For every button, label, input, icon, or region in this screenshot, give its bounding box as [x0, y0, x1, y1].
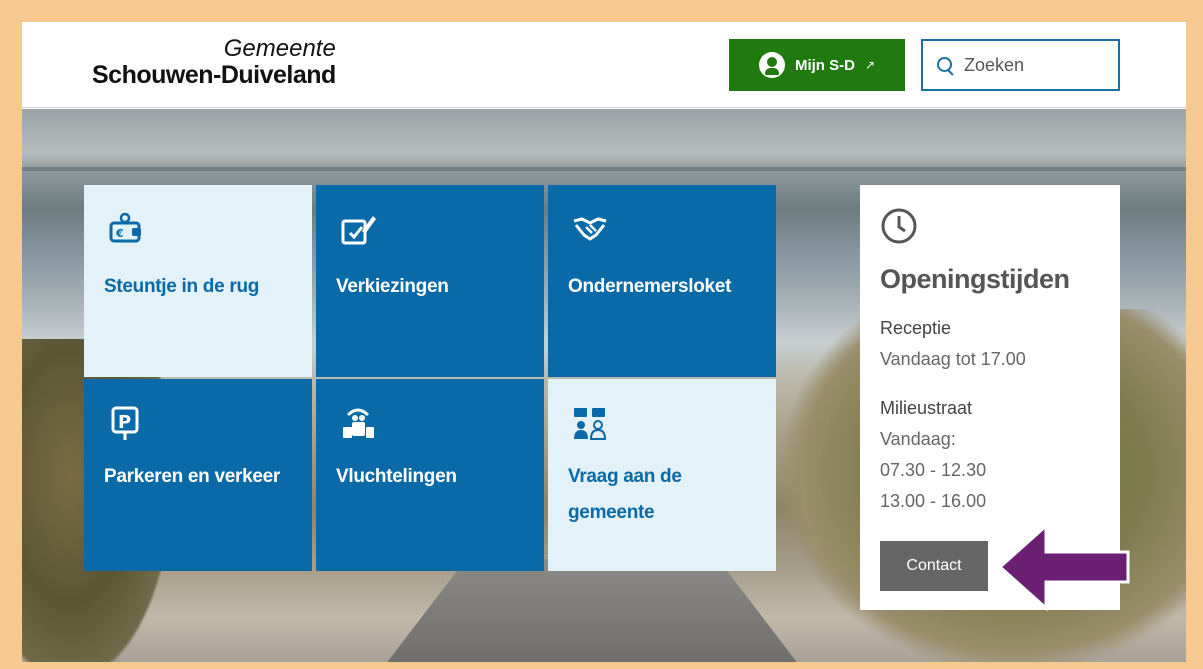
parking-sign-icon: P	[111, 406, 139, 440]
tile-label: Verkiezingen	[336, 276, 449, 297]
tile-label: Vraag aan de gemeente	[568, 466, 682, 523]
tile-steuntje-in-de-rug[interactable]: € Steuntje in de rug	[84, 185, 312, 377]
milieustraat-hours: Milieustraat Vandaag: 07.30 - 12.30 13.0…	[880, 393, 1100, 517]
annotation-arrow-icon	[1000, 522, 1130, 612]
svg-text:€: €	[115, 227, 124, 240]
chat-people-icon	[574, 408, 607, 440]
mijn-sd-label: Mijn S-D	[794, 56, 855, 74]
wallet-euro-icon: €	[109, 212, 141, 243]
reception-heading: Receptie	[880, 318, 952, 338]
site-header: Gemeente Schouwen-Duiveland Mijn S-D ↗	[22, 22, 1186, 108]
search-input[interactable]	[964, 54, 1104, 76]
logo-line-gemeente: Gemeente	[223, 35, 336, 62]
milieustraat-day: Vandaag:	[880, 429, 956, 449]
tile-parkeren-en-verkeer[interactable]: P Parkeren en verkeer	[84, 379, 312, 571]
search-icon[interactable]	[937, 56, 954, 74]
tile-vraag-aan-de-gemeente[interactable]: Vraag aan de gemeente	[548, 379, 776, 571]
opening-hours-title: Openingstijden	[880, 264, 1070, 294]
mijn-sd-button[interactable]: Mijn S-D ↗	[729, 39, 905, 91]
tile-label: Parkeren en verkeer	[104, 466, 280, 487]
tile-label: Steuntje in de rug	[104, 276, 260, 297]
milieustraat-heading: Milieustraat	[880, 398, 973, 418]
clock-icon	[881, 208, 917, 244]
browser-viewport: Gemeente Schouwen-Duiveland Mijn S-D ↗ €…	[22, 22, 1186, 662]
user-circle-icon	[758, 52, 785, 78]
tile-verkiezingen[interactable]: Verkiezingen	[316, 185, 544, 377]
tile-ondernemersloket[interactable]: Ondernemersloket	[548, 185, 776, 377]
external-link-icon: ↗	[864, 58, 876, 72]
milieustraat-time-morning: 07.30 - 12.30	[880, 460, 987, 480]
horizon	[22, 167, 1186, 171]
svg-text:P: P	[118, 412, 131, 433]
ballot-pen-icon	[341, 216, 376, 245]
beach-path	[382, 559, 802, 662]
logo-line-name: Schouwen-Duiveland	[92, 61, 336, 89]
handshake-icon	[573, 217, 607, 241]
milieustraat-time-afternoon: 13.00 - 16.00	[880, 491, 987, 511]
reception-hours: Receptie Vandaag tot 17.00	[880, 313, 1100, 375]
reception-time: Vandaag tot 17.00	[880, 349, 1026, 369]
municipality-logo[interactable]: Gemeente Schouwen-Duiveland	[92, 36, 336, 89]
tile-label: Vluchtelingen	[336, 466, 457, 487]
search-box[interactable]	[921, 39, 1120, 91]
contact-button[interactable]: Contact	[880, 541, 988, 591]
tile-vluchtelingen[interactable]: Vluchtelingen	[316, 379, 544, 571]
refugees-luggage-icon	[343, 408, 374, 438]
tile-label: Ondernemersloket	[568, 276, 732, 297]
